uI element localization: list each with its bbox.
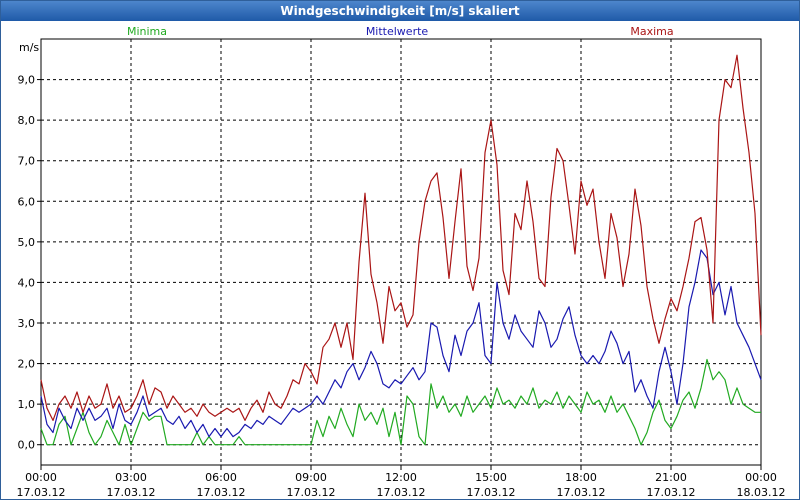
x-tick-time: 00:00 xyxy=(745,471,777,484)
legend-mittelwerte: Mittelwerte xyxy=(366,25,429,38)
y-tick-label: 9,0 xyxy=(18,74,36,87)
wind-speed-chart: 0,0 1,0 2,0 3,0 4,0 5,0 6,0 7,0 8,0 9,0 00:00 17.0… xyxy=(17,25,786,499)
y-tick-label: 8,0 xyxy=(18,114,36,127)
series-line-mittelwerte xyxy=(40,249,762,438)
y-tick-label: 3,0 xyxy=(18,317,36,330)
y-tick-label: 2,0 xyxy=(18,358,36,371)
x-tick-time: 12:00 xyxy=(385,471,417,484)
x-tick-time: 18:00 xyxy=(565,471,597,484)
y-tick-label: 7,0 xyxy=(18,155,36,168)
x-tick-time: 21:00 xyxy=(655,471,687,484)
legend-maxima: Maxima xyxy=(630,25,673,38)
y-tick-label: 1,0 xyxy=(18,398,36,411)
x-tick-date: 18.03.12 xyxy=(737,486,786,499)
x-tick-time: 15:00 xyxy=(475,471,507,484)
x-tick-time: 00:00 xyxy=(25,471,57,484)
chart-window: Windgeschwindigkeit [m/s] skaliert 0,0 1,… xyxy=(0,0,800,500)
y-tick-label: 4,0 xyxy=(18,276,36,289)
x-tick-date: 17.03.12 xyxy=(287,486,336,499)
x-tick-time: 06:00 xyxy=(205,471,237,484)
x-tick-time: 03:00 xyxy=(115,471,147,484)
x-tick-date: 17.03.12 xyxy=(647,486,696,499)
legend-minima: Minima xyxy=(127,25,167,38)
x-tick-date: 17.03.12 xyxy=(377,486,426,499)
y-tick-label: 0,0 xyxy=(18,439,36,452)
x-tick-date: 17.03.12 xyxy=(197,486,246,499)
x-tick-date: 17.03.12 xyxy=(107,486,156,499)
x-tick-date: 17.03.12 xyxy=(467,486,516,499)
y-tick-label: 5,0 xyxy=(18,236,36,249)
y-axis-label: m/s xyxy=(19,41,39,54)
y-tick-label: 6,0 xyxy=(18,195,36,208)
x-tick-time: 09:00 xyxy=(295,471,327,484)
x-tick-date: 17.03.12 xyxy=(17,486,66,499)
chart-title: Windgeschwindigkeit [m/s] skaliert xyxy=(1,1,799,21)
x-tick-date: 17.03.12 xyxy=(557,486,606,499)
